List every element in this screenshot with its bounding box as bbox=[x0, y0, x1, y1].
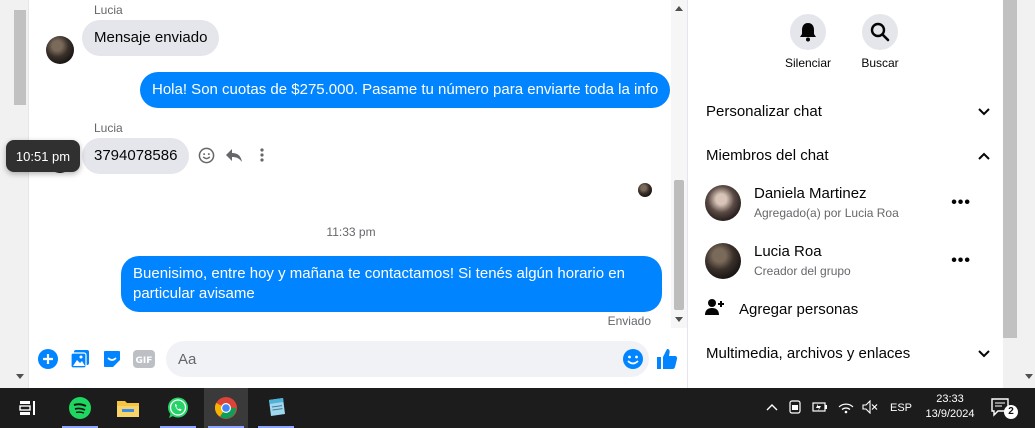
mute-button[interactable]: Silenciar bbox=[778, 14, 838, 70]
scroll-up-arrow[interactable] bbox=[675, 6, 683, 11]
emoji-icon[interactable] bbox=[622, 348, 644, 370]
more-options-icon[interactable]: ••• bbox=[951, 252, 971, 270]
notification-count-badge: 2 bbox=[1004, 405, 1018, 419]
chevron-down-icon bbox=[978, 103, 990, 120]
section-media-files-links[interactable]: Multimedia, archivos y enlaces bbox=[706, 341, 990, 365]
message-actions bbox=[197, 146, 271, 164]
scrollbar-thumb[interactable] bbox=[674, 180, 684, 310]
message-input[interactable] bbox=[166, 341, 596, 377]
message-status: Enviado bbox=[607, 314, 651, 328]
chrome-icon[interactable] bbox=[204, 388, 248, 428]
sender-name: Lucia bbox=[94, 121, 123, 135]
notepad-icon[interactable] bbox=[254, 388, 298, 428]
member-item[interactable]: Daniela Martinez Agregado(a) por Lucia R… bbox=[705, 184, 995, 224]
chevron-up-icon bbox=[978, 147, 990, 164]
clock-date: 13/9/2024 bbox=[925, 408, 975, 420]
screen: Lucia Mensaje enviado Hola! Son cuotas d… bbox=[0, 0, 1035, 428]
member-subtitle: Agregado(a) por Lucia Roa bbox=[754, 206, 899, 220]
more-options-icon[interactable] bbox=[253, 146, 271, 164]
photo-icon[interactable] bbox=[69, 348, 91, 370]
time-separator: 11:33 pm bbox=[326, 225, 376, 239]
search-icon bbox=[862, 14, 898, 50]
message-bubble-outgoing[interactable]: Hola! Son cuotas de $275.000. Pasame tu … bbox=[140, 72, 671, 108]
section-chat-members[interactable]: Miembros del chat bbox=[706, 143, 990, 167]
scrollbar-thumb[interactable] bbox=[14, 10, 26, 105]
system-tray: ESP bbox=[766, 388, 912, 428]
scroll-down-arrow[interactable] bbox=[675, 317, 683, 322]
add-people-button[interactable]: Agregar personas bbox=[705, 297, 858, 321]
svg-text:GIF: GIF bbox=[136, 356, 153, 366]
chevron-down-icon bbox=[978, 345, 990, 362]
add-plus-icon[interactable] bbox=[37, 348, 59, 370]
member-name: Daniela Martinez bbox=[754, 185, 867, 202]
timestamp-tooltip: 10:51 pm bbox=[6, 140, 80, 172]
mute-label: Silenciar bbox=[784, 56, 832, 70]
member-item[interactable]: Lucia Roa Creador del grupo ••• bbox=[705, 242, 995, 282]
bell-icon bbox=[790, 14, 826, 50]
reply-icon[interactable] bbox=[225, 146, 243, 164]
volume-muted-icon[interactable] bbox=[862, 399, 878, 417]
message-bubble-incoming[interactable]: 3794078586 bbox=[82, 138, 190, 174]
section-customize-chat[interactable]: Personalizar chat bbox=[706, 99, 990, 123]
system-clock[interactable]: 23:33 13/9/2024 bbox=[920, 392, 980, 422]
message-bubble-outgoing[interactable]: Buenisimo, entre hoy y mañana te contact… bbox=[121, 256, 662, 312]
file-explorer-icon[interactable] bbox=[106, 388, 150, 428]
search-button[interactable]: Buscar bbox=[850, 14, 910, 70]
message-composer: GIF bbox=[29, 338, 689, 378]
add-people-label: Agregar personas bbox=[739, 300, 859, 318]
gif-icon[interactable]: GIF bbox=[133, 348, 155, 370]
clock-time: 23:33 bbox=[936, 393, 964, 405]
add-person-icon bbox=[705, 298, 725, 320]
task-view-icon[interactable] bbox=[6, 388, 50, 428]
chat-info-panel: Silenciar Buscar Personalizar chat Miemb… bbox=[689, 0, 1003, 388]
message-bubble-incoming[interactable]: Mensaje enviado bbox=[82, 20, 220, 56]
sender-name: Lucia bbox=[94, 3, 123, 17]
notification-center[interactable]: 2 bbox=[990, 397, 1020, 421]
wifi-icon[interactable] bbox=[838, 400, 854, 417]
section-title: Multimedia, archivos y enlaces bbox=[706, 344, 911, 362]
language-indicator[interactable]: ESP bbox=[890, 402, 912, 414]
avatar[interactable] bbox=[46, 36, 74, 64]
thumbs-up-icon[interactable] bbox=[654, 346, 680, 372]
page-left-scrollbar[interactable] bbox=[0, 0, 28, 388]
search-label: Buscar bbox=[861, 56, 899, 70]
spotify-icon[interactable] bbox=[58, 388, 102, 428]
scroll-down-arrow[interactable] bbox=[1025, 374, 1033, 379]
meet-now-icon[interactable] bbox=[788, 399, 802, 417]
section-title: Personalizar chat bbox=[706, 102, 822, 120]
whatsapp-icon[interactable] bbox=[156, 388, 200, 428]
chat-panel: Lucia Mensaje enviado Hola! Son cuotas d… bbox=[28, 0, 688, 388]
member-name: Lucia Roa bbox=[754, 243, 822, 260]
battery-icon[interactable] bbox=[812, 401, 828, 416]
read-receipt-avatar bbox=[638, 183, 652, 197]
avatar[interactable] bbox=[705, 185, 741, 221]
message-input-wrapper bbox=[166, 341, 649, 377]
chat-scrollbar[interactable] bbox=[671, 0, 687, 328]
scroll-down-arrow[interactable] bbox=[16, 374, 24, 379]
member-subtitle: Creador del grupo bbox=[754, 264, 851, 278]
windows-taskbar: ESP 23:33 13/9/2024 2 bbox=[0, 388, 1035, 428]
section-title: Miembros del chat bbox=[706, 146, 829, 164]
sticker-icon[interactable] bbox=[101, 348, 123, 370]
more-options-icon[interactable]: ••• bbox=[951, 194, 971, 212]
react-emoji-icon[interactable] bbox=[197, 146, 215, 164]
avatar[interactable] bbox=[705, 243, 741, 279]
chevron-up-icon[interactable] bbox=[766, 402, 778, 414]
page-right-scrollbar[interactable] bbox=[1003, 0, 1035, 388]
scrollbar-thumb[interactable] bbox=[1003, 0, 1017, 338]
